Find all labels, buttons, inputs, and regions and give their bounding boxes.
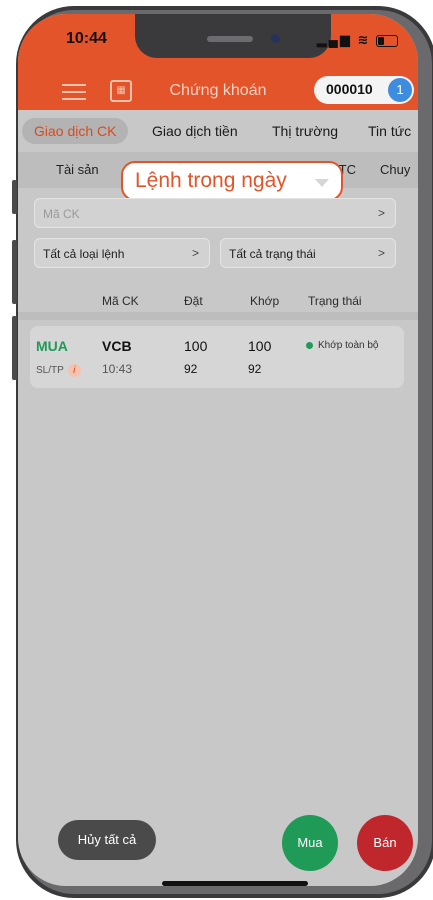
- caret-down-icon: [315, 179, 329, 187]
- col-header-placed: Đặt: [184, 294, 203, 308]
- volume-down-button: [12, 316, 17, 380]
- symbol-search-field[interactable]: Mã CK >: [34, 198, 396, 228]
- status-filter[interactable]: Tất cả trạng thái >: [220, 238, 396, 268]
- main-tabs: Giao dịch CK Giao dịch tiền Thị trường T…: [18, 114, 418, 148]
- wifi-icon: ≋: [357, 32, 371, 47]
- account-selector[interactable]: 000010 1: [314, 76, 414, 104]
- symbol-placeholder: Mã CK: [43, 207, 80, 221]
- buy-button[interactable]: Mua: [282, 815, 338, 871]
- order-row[interactable]: MUA SL/TP i VCB 10:43 100 92 100 92 Khớp …: [30, 326, 404, 388]
- sell-button[interactable]: Bán: [357, 815, 413, 871]
- col-header-symbol: Mã CK: [102, 294, 139, 308]
- order-symbol: VCB: [102, 338, 132, 354]
- tab-stock-trading[interactable]: Giao dịch CK: [22, 118, 129, 144]
- order-type-filter[interactable]: Tất cả loại lệnh >: [34, 238, 210, 268]
- status-filter-label: Tất cả trạng thái: [229, 247, 316, 261]
- account-number: 000010: [326, 81, 373, 97]
- speaker-grille: [207, 36, 253, 42]
- notch: [135, 14, 331, 58]
- info-icon[interactable]: i: [67, 364, 81, 377]
- divider: [18, 312, 418, 320]
- order-status: Khớp toàn bộ: [306, 340, 379, 351]
- tab-market[interactable]: Thị trường: [272, 118, 338, 144]
- chevron-right-icon: >: [191, 246, 199, 260]
- app-screen: 10:44 ▂▄▆ ≋ ▦ Chứng khoán 000010 1 Giao …: [18, 14, 418, 886]
- chevron-right-icon: >: [377, 246, 385, 260]
- signal-icon: ▂▄▆: [316, 32, 352, 47]
- tab-cash-trading[interactable]: Giao dịch tiền: [152, 118, 238, 144]
- order-kind-label: SL/TP: [36, 365, 64, 376]
- col-header-status: Trạng thái: [308, 294, 362, 308]
- app-header: 10:44 ▂▄▆ ≋ ▦ Chứng khoán 000010 1: [18, 14, 418, 110]
- order-kind: SL/TP i: [36, 364, 81, 377]
- mute-switch: [12, 180, 17, 214]
- subtab-assets[interactable]: Tài sản: [56, 162, 99, 177]
- placed-price: 92: [184, 362, 198, 376]
- account-badge: 1: [388, 78, 412, 102]
- status-time: 10:44: [66, 30, 107, 47]
- tab-news[interactable]: Tin tức: [368, 118, 411, 144]
- intraday-orders-label: Lệnh trong ngày: [135, 169, 287, 192]
- order-type-label: Tất cả loại lệnh: [43, 247, 125, 261]
- subtab-transfer[interactable]: Chuy: [380, 162, 410, 177]
- home-indicator[interactable]: [162, 881, 308, 886]
- order-side: MUA: [36, 338, 68, 354]
- matched-price: 92: [248, 362, 262, 376]
- order-time: 10:43: [102, 362, 133, 376]
- placed-qty: 100: [184, 338, 208, 354]
- cancel-all-button[interactable]: Hủy tất cả: [58, 820, 156, 860]
- volume-up-button: [12, 240, 17, 304]
- intraday-orders-tab[interactable]: Lệnh trong ngày: [121, 161, 343, 201]
- battery-icon: [376, 34, 398, 47]
- matched-qty: 100: [248, 338, 272, 354]
- status-icons: ▂▄▆ ≋: [317, 32, 398, 48]
- chevron-right-icon: >: [377, 206, 385, 220]
- col-header-matched: Khớp: [250, 294, 280, 308]
- order-status-label: Khớp toàn bộ: [318, 340, 379, 351]
- status-dot: [306, 341, 313, 349]
- camera-dot: [271, 34, 280, 43]
